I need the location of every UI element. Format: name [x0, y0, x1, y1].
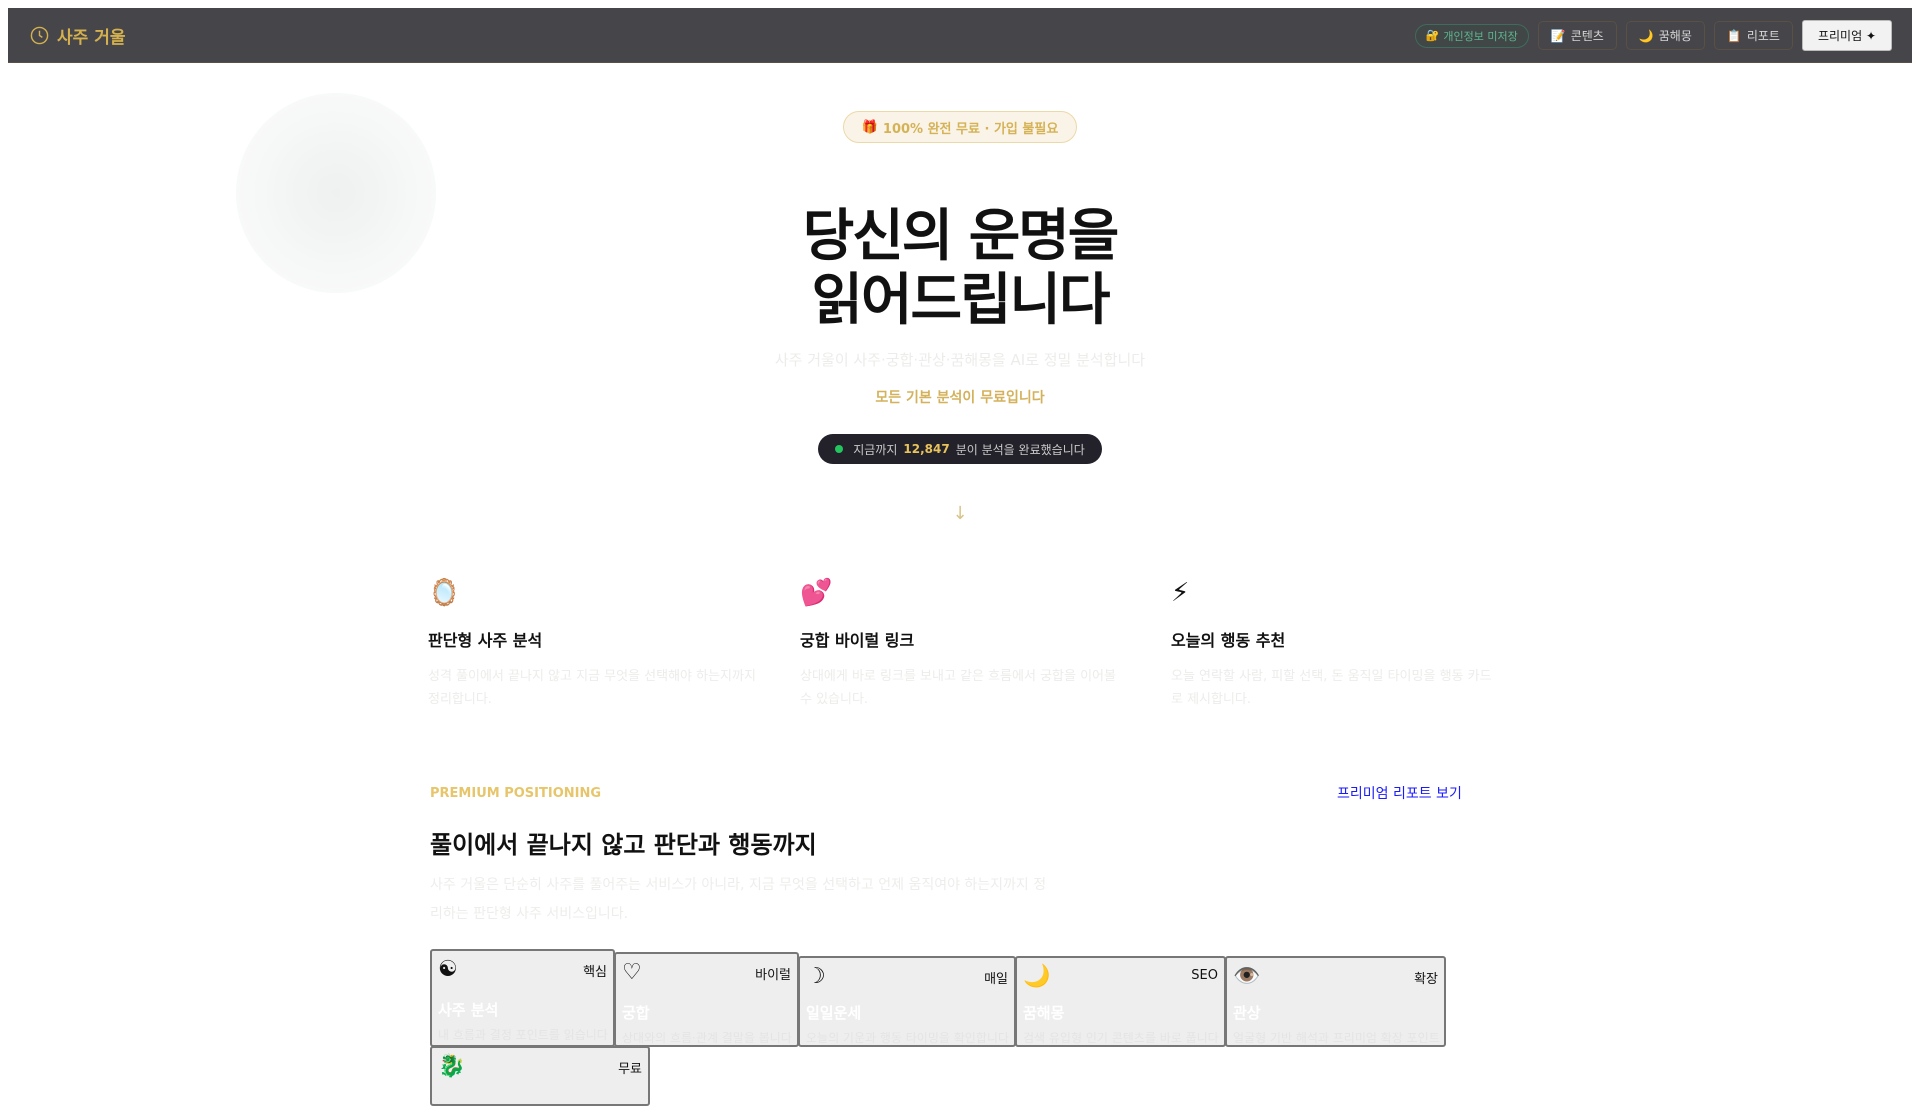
nav-label: 콘텐츠	[1570, 29, 1604, 43]
moon-icon: 🌙	[1638, 28, 1654, 43]
service-title: 꿈해몽	[1023, 1004, 1065, 1022]
service-tag: 매일	[984, 972, 1008, 987]
brand-logo[interactable]: 사주 거울	[30, 23, 125, 48]
hero-title: 당신의 운명을 읽어드립니다	[0, 205, 1920, 333]
free-badge-row: 🎁 100% 완전 무료 · 가입 불필요	[0, 111, 1920, 143]
service-title: 일일운세	[806, 1004, 862, 1022]
nav-content-button[interactable]: 📝 콘텐츠	[1537, 21, 1617, 50]
service-card-saju[interactable]: ☯ 핵심 사주 분석 내 흐름과 결정 포인트를 읽습니다	[430, 949, 615, 1047]
gift-icon: 🎁	[861, 119, 878, 135]
hero-title-line2: 읽어드립니다	[811, 268, 1110, 333]
feature-title: 궁합 바이럴 링크	[800, 631, 915, 650]
premium-report-link[interactable]: 프리미엄 리포트 보기	[1337, 783, 1462, 803]
section-eyebrow: PREMIUM POSITIONING	[430, 786, 602, 801]
section-heading: 풀이에서 끝나지 않고 판단과 행동까지	[430, 831, 817, 859]
mirror-icon: 🪞	[428, 578, 461, 608]
hero-subtitle: 사주 거울이 사주·궁합·관상·꿈해몽을 AI로 정밀 분석합니다	[774, 351, 1146, 369]
memo-icon: 📝	[1550, 28, 1566, 43]
scroll-down-arrow-icon[interactable]: ↓	[0, 503, 1920, 524]
service-desc: 검색 유입형 인기 콘텐츠를 바로 풉니다	[1023, 1031, 1219, 1045]
feature-card: ⚡ 오늘의 행동 추천 오늘 연락할 사람, 피할 선택, 돈 움직일 타이밍을…	[1171, 578, 1501, 711]
live-dot-icon	[835, 445, 844, 453]
service-desc: 오늘의 기운과 행동 타이밍을 확인합니다	[806, 1031, 1009, 1045]
service-tag: SEO	[1191, 968, 1218, 983]
service-desc: 상대와의 흐름·관계 결말을 봅니다	[622, 1031, 792, 1045]
top-nav-bar: 사주 거울 🔐 개인정보 미저장 📝 콘텐츠 🌙 꿈해몽 📋 리포트 프리미엄 ✦	[8, 8, 1912, 63]
service-title: 궁합	[622, 1004, 650, 1022]
brand-name: 사주 거울	[57, 28, 126, 48]
analysis-counter: 지금까지 12,847 분이 분석을 완료했습니다	[818, 434, 1102, 464]
nav-label: 꿈해몽	[1658, 29, 1692, 43]
lock-icon: 🔐	[1425, 29, 1440, 42]
service-tag: 무료	[618, 1062, 642, 1077]
crescent-icon: ☽	[806, 964, 826, 989]
nav-label: 리포트	[1746, 29, 1780, 43]
service-card-dream[interactable]: 🌙 SEO 꿈해몽 검색 유입형 인기 콘텐츠를 바로 풉니다	[1015, 956, 1226, 1047]
privacy-badge: 🔐 개인정보 미저장	[1414, 23, 1529, 48]
eye-icon: 👁️	[1233, 964, 1261, 989]
feature-desc: 성격 풀이에서 끝나지 않고 지금 무엇을 선택해야 하는지까지 정리합니다.	[428, 669, 756, 707]
service-title: 사주 분석	[438, 1001, 499, 1019]
free-badge-text: 100% 완전 무료 · 가입 불필요	[882, 121, 1059, 137]
feature-title: 판단형 사주 분석	[428, 631, 543, 650]
clock-icon	[30, 26, 49, 45]
section-desc: 사주 거울은 단순히 사주를 풀어주는 서비스가 아니라, 지금 무엇을 선택하…	[430, 877, 1047, 922]
feature-desc: 상대에게 바로 링크를 보내고 같은 흐름에서 궁합을 이어볼 수 있습니다.	[800, 669, 1116, 707]
hearts-icon: 💕	[800, 578, 833, 608]
feature-desc: 오늘 연락할 사람, 피할 선택, 돈 움직일 타이밍을 행동 카드로 제시합니…	[1171, 669, 1492, 707]
service-tag: 핵심	[583, 965, 607, 980]
service-card-daily[interactable]: ☽ 매일 일일운세 오늘의 기운과 행동 타이밍을 확인합니다	[798, 956, 1016, 1047]
service-tag: 확장	[1414, 972, 1438, 987]
moon-icon: 🌙	[1023, 964, 1051, 989]
service-card-face[interactable]: 👁️ 확장 관상 얼굴형 기반 해석과 프리미엄 확장 포인트	[1225, 956, 1446, 1047]
counter-row: 지금까지 12,847 분이 분석을 완료했습니다	[0, 434, 1920, 464]
service-title: 관상	[1233, 1004, 1261, 1022]
counter-prefix: 지금까지	[853, 442, 898, 457]
feature-card: 💕 궁합 바이럴 링크 상대에게 바로 링크를 보내고 같은 흐름에서 궁합을 …	[800, 578, 1130, 711]
premium-label: 프리미엄 ✦	[1817, 29, 1876, 43]
privacy-label: 개인정보 미저장	[1443, 29, 1518, 43]
feature-title: 오늘의 행동 추천	[1171, 631, 1286, 650]
free-note: 모든 기본 분석이 무료입니다	[875, 390, 1045, 406]
service-desc: 얼굴형 기반 해석과 프리미엄 확장 포인트	[1233, 1031, 1440, 1045]
service-card-free[interactable]: 🐉 무료	[430, 1046, 650, 1106]
dragon-icon: 🐉	[438, 1054, 466, 1079]
yin-yang-icon: ☯	[438, 957, 458, 982]
feature-card: 🪞 판단형 사주 분석 성격 풀이에서 끝나지 않고 지금 무엇을 선택해야 하…	[428, 578, 758, 711]
nav-report-button[interactable]: 📋 리포트	[1713, 21, 1793, 50]
service-desc: 내 흐름과 결정 포인트를 읽습니다	[438, 1028, 608, 1042]
free-badge: 🎁 100% 완전 무료 · 가입 불필요	[842, 111, 1078, 143]
clipboard-icon: 📋	[1726, 28, 1742, 43]
service-tag: 바이럴	[755, 968, 791, 983]
nav-dream-button[interactable]: 🌙 꿈해몽	[1625, 21, 1705, 50]
hero-title-line1: 당신의 운명을	[802, 204, 1120, 269]
lightning-icon: ⚡	[1171, 578, 1190, 608]
counter-value: 12,847	[903, 442, 950, 456]
premium-button[interactable]: 프리미엄 ✦	[1801, 20, 1892, 51]
service-card-compat[interactable]: ♡ 바이럴 궁합 상대와의 흐름·관계 결말을 봅니다	[614, 952, 799, 1047]
counter-suffix: 분이 분석을 완료했습니다	[955, 442, 1085, 457]
